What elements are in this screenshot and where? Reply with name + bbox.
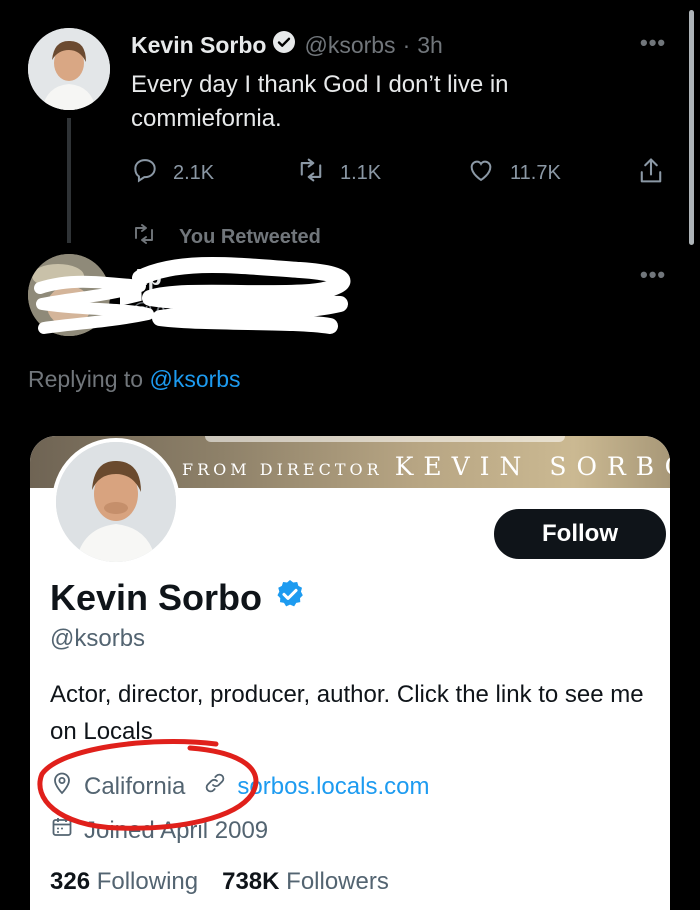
following-count: 326 [50, 868, 91, 895]
follow-button[interactable]: Follow [492, 507, 668, 561]
like-count: 11.7K [510, 161, 561, 184]
replying-to: Replying to @ksorbs [28, 366, 241, 393]
retweet-button[interactable]: 1.1K [296, 156, 381, 190]
reply-icon [131, 156, 173, 190]
banner-text: FROM DIRECTOR KEVIN SORBO [182, 452, 670, 481]
location-pin-icon [50, 770, 84, 803]
profile-link-text[interactable]: sorbos.locals.com [237, 773, 429, 801]
tweet-author-handle[interactable]: @ksorbs [304, 32, 395, 59]
tweet-author-name[interactable]: Kevin Sorbo [131, 32, 266, 59]
following-stat[interactable]: 326 Following [50, 868, 198, 895]
heart-icon [466, 156, 510, 190]
calendar-icon [50, 815, 84, 846]
link-icon [203, 771, 237, 802]
retweet-context-label: You Retweeted [179, 225, 321, 248]
tweet-separator: · [402, 31, 411, 58]
more-horizontal-icon[interactable]: ••• [640, 30, 666, 56]
profile-name: Kevin Sorbo [50, 577, 263, 618]
replying-mention-link[interactable]: @ksorbs [149, 366, 240, 392]
tweet-action-bar: 2.1K 1.1K 11.7K [131, 156, 676, 190]
profile-handle: @ksorbs [50, 625, 146, 652]
scrollbar[interactable] [689, 10, 694, 245]
redaction-scribble-avatar [34, 275, 154, 334]
followers-count: 738K [222, 868, 280, 895]
profile-link[interactable]: sorbos.locals.com [203, 771, 429, 802]
thread-connector-line [67, 118, 71, 243]
profile-joined-text: Joined April 2009 [84, 816, 269, 844]
retweet-count: 1.1K [340, 161, 382, 184]
verified-badge-icon [274, 577, 306, 619]
followers-stat[interactable]: 738K Followers [222, 868, 389, 895]
verified-badge-icon [272, 30, 296, 60]
banner-decoration [205, 436, 565, 442]
banner-big-text: KEVIN SORBO [394, 452, 670, 481]
profile-avatar[interactable] [52, 438, 180, 566]
profile-bio: Actor, director, producer, author. Click… [50, 681, 644, 745]
profile-meta-row: California sorbos.locals.com [50, 770, 429, 803]
tweet-timestamp[interactable]: 3h [417, 32, 443, 59]
share-button[interactable] [637, 156, 679, 192]
tweet-header: Kevin Sorbo @ksorbs · 3h [131, 30, 443, 60]
banner-small-text: FROM DIRECTOR [182, 460, 383, 479]
profile-name-row: Kevin Sorbo [50, 577, 314, 619]
like-button[interactable]: 11.7K [466, 156, 561, 190]
retweet-icon [296, 156, 340, 190]
reply-count: 2.1K [173, 161, 215, 184]
reply-button[interactable]: 2.1K [131, 156, 214, 190]
more-horizontal-icon[interactable]: ••• [640, 262, 666, 288]
tweet-text: Every day I thank God I don’t live in co… [131, 71, 509, 132]
profile-card-screenshot: FROM DIRECTOR KEVIN SORBO Follow Kevin So… [30, 436, 670, 910]
profile-location: California [50, 770, 185, 803]
tweet-author-avatar[interactable] [28, 28, 110, 110]
profile-joined: Joined April 2009 [50, 815, 268, 846]
profile-stats: 326 Following 738K Followers [50, 868, 389, 896]
profile-location-text: California [84, 772, 186, 800]
replying-prefix: Replying to [28, 366, 150, 392]
following-label: Following [96, 868, 199, 895]
followers-label: Followers [286, 868, 389, 895]
share-icon [637, 156, 679, 192]
